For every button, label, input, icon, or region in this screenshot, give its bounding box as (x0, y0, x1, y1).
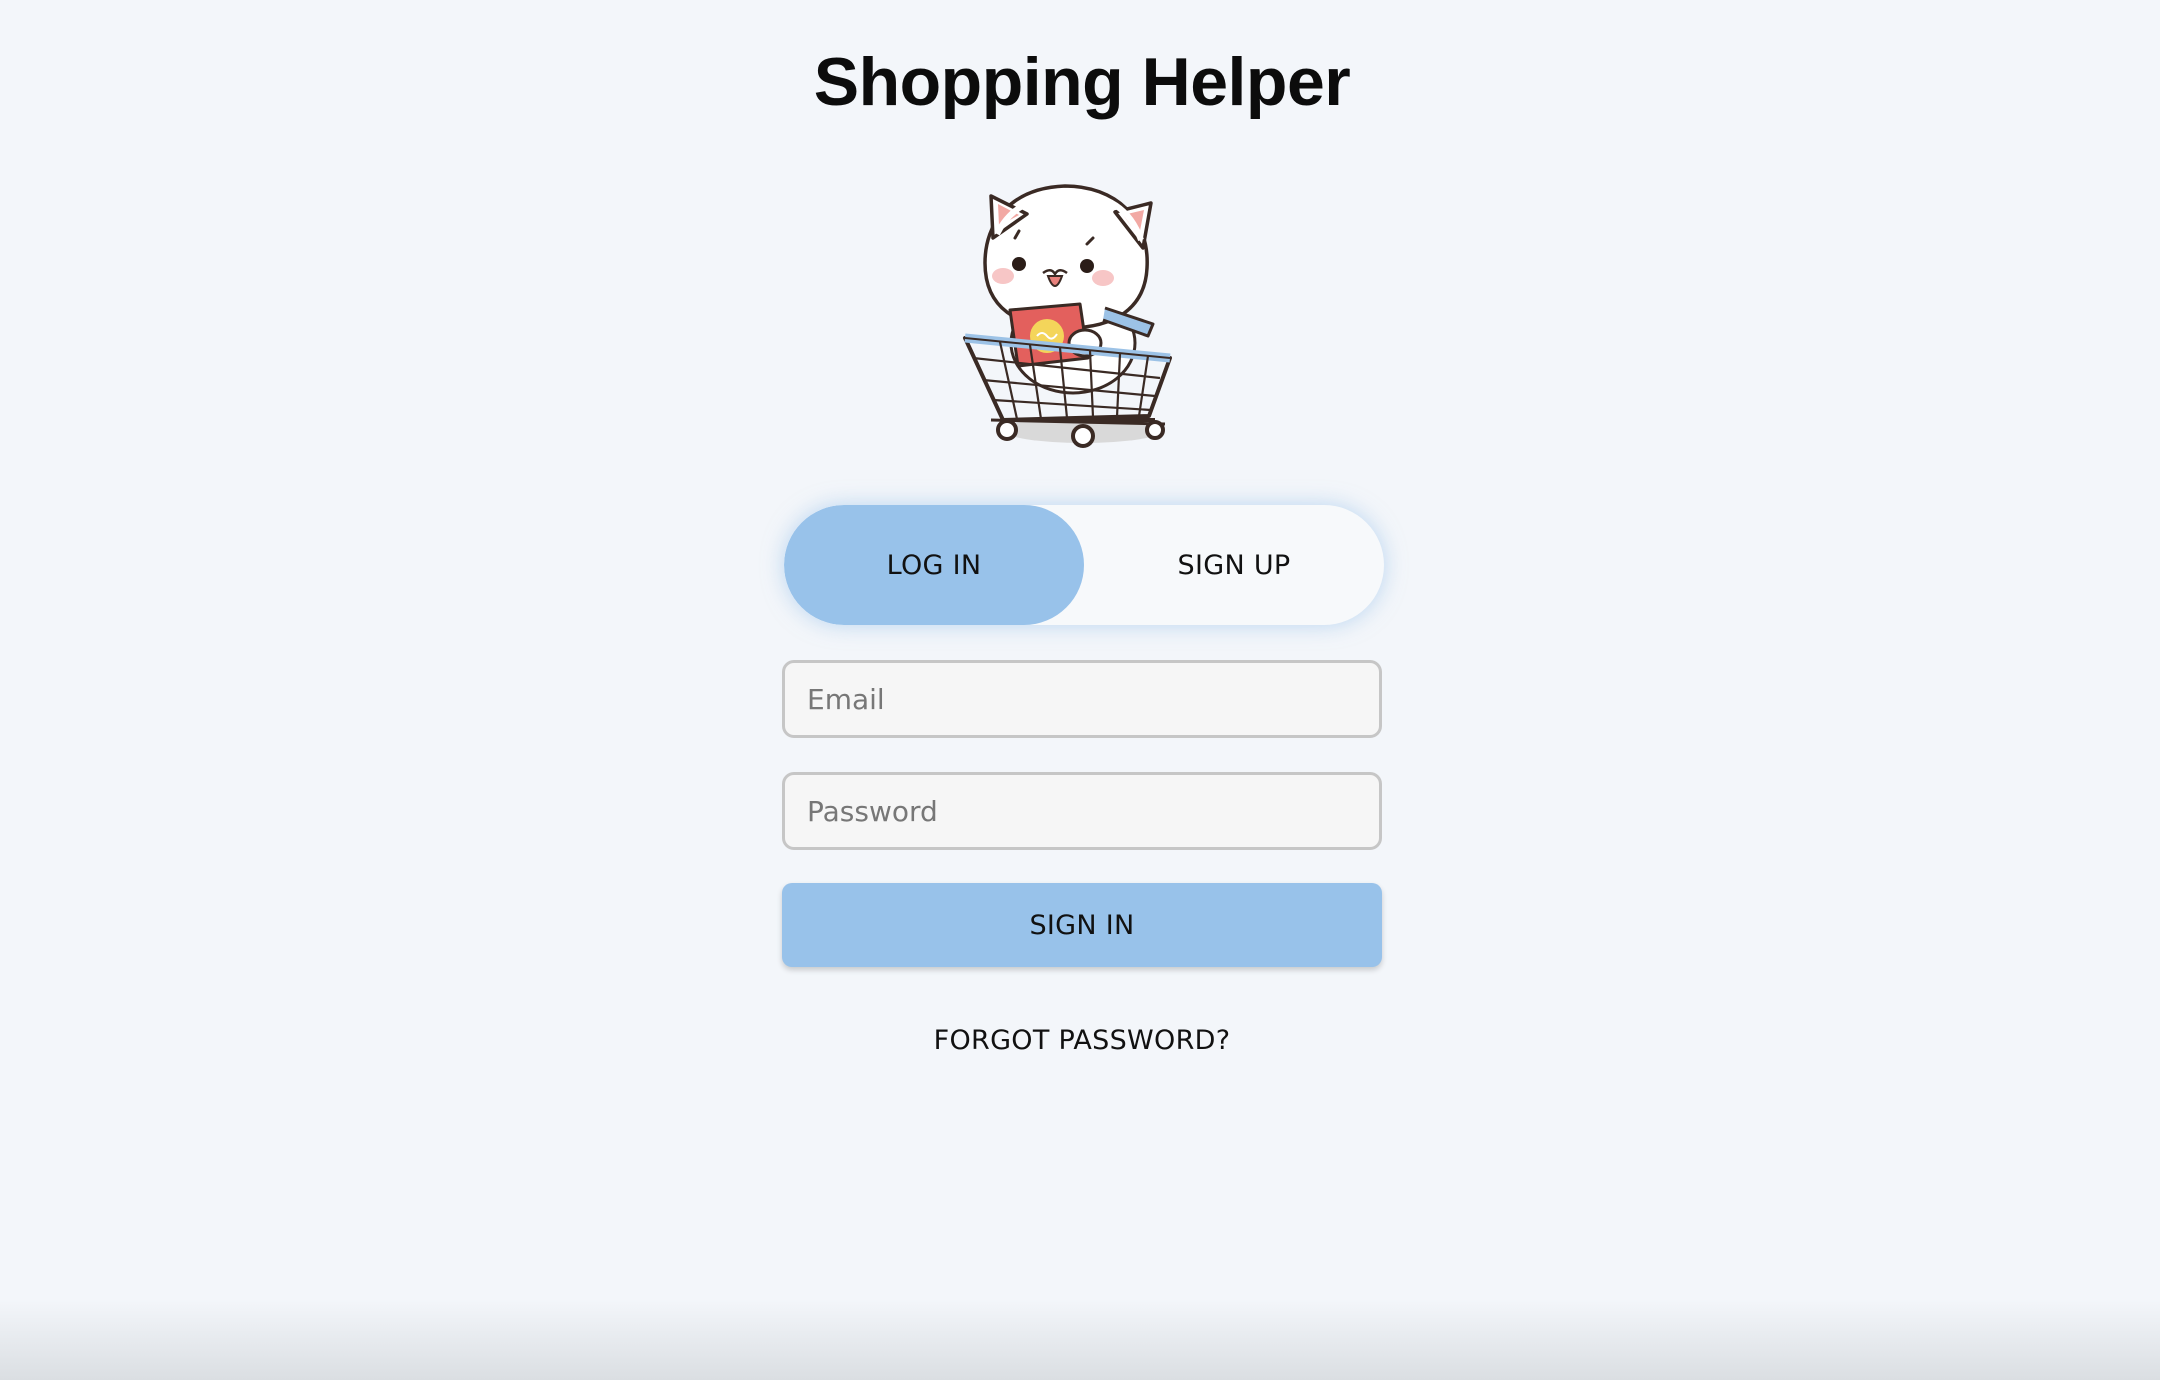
cat-in-shopping-cart-icon (955, 168, 1207, 458)
password-field[interactable] (782, 772, 1382, 850)
sign-in-button[interactable]: SIGN IN (782, 883, 1382, 967)
page-title: Shopping Helper (813, 44, 1351, 120)
tab-sign-up[interactable]: SIGN UP (1084, 505, 1384, 625)
auth-mode-toggle: LOG IN SIGN UP (784, 505, 1384, 625)
email-field[interactable] (782, 660, 1382, 738)
bottom-shadow (0, 1300, 2160, 1380)
login-page: Shopping Helper LOG IN SIGN UP Email SIG… (0, 0, 2160, 1380)
tab-log-in[interactable]: LOG IN (784, 505, 1084, 625)
forgot-password-link[interactable]: FORGOT PASSWORD? (0, 1025, 2160, 1056)
